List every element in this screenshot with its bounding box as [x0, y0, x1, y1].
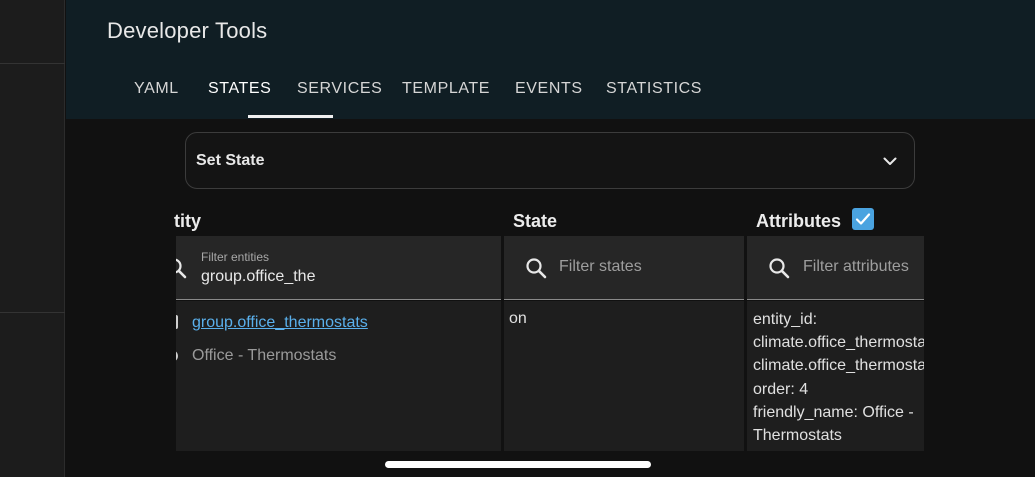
set-state-label: Set State — [196, 152, 265, 169]
state-cell: on — [504, 301, 744, 451]
attribute-line: climate.office_thermostat — [753, 334, 924, 352]
entity-filter-label: Filter entities — [201, 250, 270, 264]
column-header-entity[interactable]: tity — [174, 211, 201, 232]
states-table: Filter entities group.office_the group.o… — [176, 236, 924, 451]
attribute-line: entity_id: — [753, 311, 818, 328]
more-info-icon[interactable] — [176, 315, 178, 329]
attributes-filter-placeholder: Filter attributes — [803, 258, 909, 275]
search-icon — [769, 258, 790, 279]
home-indicator[interactable] — [385, 461, 651, 468]
attribute-line: Thermostats — [753, 427, 842, 445]
app-header: Developer Tools YAML STATES SERVICES TEM… — [66, 0, 1035, 119]
copy-icon[interactable] — [176, 351, 178, 361]
state-filter-field[interactable]: Filter states — [504, 236, 744, 300]
attribute-line: order: 4 — [753, 380, 809, 398]
set-state-expander[interactable]: Set State — [185, 132, 915, 189]
attribute-line: friendly_name: Office - — [753, 403, 914, 421]
tab-states[interactable]: STATES — [208, 80, 271, 98]
tab-statistics[interactable]: STATISTICS — [606, 80, 702, 98]
entity-filter-field[interactable]: Filter entities group.office_the — [176, 236, 501, 300]
main-content: Set State tity State Attributes Filter e… — [66, 119, 1035, 477]
attributes-checkbox[interactable] — [852, 208, 874, 230]
checkmark-icon — [855, 213, 871, 225]
tab-services[interactable]: SERVICES — [297, 80, 382, 98]
column-header-attributes: Attributes — [756, 211, 841, 231]
page-title: Developer Tools — [107, 18, 268, 43]
sidebar-divider — [0, 63, 65, 64]
search-icon — [526, 258, 547, 279]
sidebar — [0, 0, 65, 477]
chevron-down-icon — [883, 157, 897, 165]
attributes-cell: entity_id: climate.office_thermostat cli… — [747, 301, 924, 451]
attributes-filter-field[interactable]: Filter attributes — [747, 236, 924, 300]
sidebar-divider — [0, 312, 65, 313]
column-header-state[interactable]: State — [513, 211, 557, 232]
search-icon — [176, 258, 187, 279]
attribute-line: climate.office_thermostat — [753, 357, 924, 375]
tab-template[interactable]: TEMPLATE — [402, 80, 490, 98]
entity-id-link[interactable]: group.office_thermostats — [192, 314, 368, 332]
tab-events[interactable]: EVENTS — [515, 80, 583, 98]
tab-yaml[interactable]: YAML — [134, 80, 179, 98]
state-filter-placeholder: Filter states — [559, 258, 642, 275]
active-tab-indicator — [248, 115, 333, 118]
state-value: on — [509, 310, 527, 327]
attributes-text: entity_id: climate.office_thermostat cli… — [753, 308, 924, 447]
entity-filter-value[interactable]: group.office_the — [201, 268, 315, 286]
entity-friendly-name: Office - Thermostats — [192, 347, 337, 364]
entity-cell: group.office_thermostats Office - Thermo… — [176, 301, 501, 451]
